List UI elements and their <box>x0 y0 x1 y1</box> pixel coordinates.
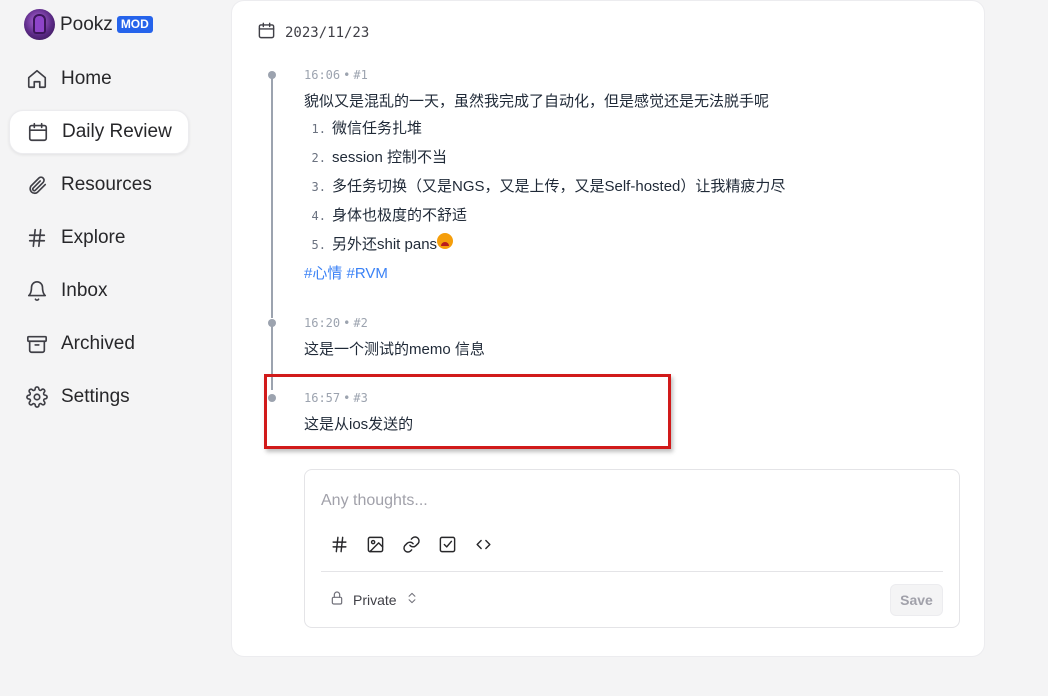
list-item: 4. 身体也极度的不舒适 <box>304 202 785 231</box>
hash-icon <box>25 226 49 250</box>
chevron-up-down-icon <box>405 591 419 610</box>
save-button[interactable]: Save <box>890 584 943 616</box>
visibility-label: Private <box>353 592 397 608</box>
memo-editor: Private Save <box>304 469 960 628</box>
list-text: 微信任务扎堆 <box>332 120 423 137</box>
calendar-icon <box>257 21 276 45</box>
paperclip-icon <box>25 173 49 197</box>
lock-icon <box>329 590 345 611</box>
nav-label-archived: Archived <box>61 333 135 354</box>
memo-id: #1 <box>353 68 368 82</box>
timeline-dot <box>268 319 276 327</box>
nav-label-home: Home <box>61 68 112 89</box>
timeline-dot <box>268 71 276 79</box>
list-number: 3. <box>311 180 326 194</box>
nav-item-resources[interactable]: Resources <box>9 163 189 207</box>
meta-separator: • <box>343 316 351 330</box>
memo-input[interactable] <box>321 492 941 510</box>
avatar <box>24 9 55 40</box>
nav-label-daily-review: Daily Review <box>62 121 172 142</box>
list-number: 1. <box>311 122 326 136</box>
date-header: 2023/11/23 <box>257 21 369 45</box>
list-text: session 控制不当 <box>332 149 448 166</box>
meta-separator: • <box>343 68 351 82</box>
nav-item-daily-review[interactable]: Daily Review <box>9 110 189 154</box>
memo-list: 1. 微信任务扎堆 2. session 控制不当 3. 多任务切换（又是NGS，又是… <box>304 115 786 260</box>
list-text: 另外还shit pans <box>332 236 438 253</box>
review-date: 2023/11/23 <box>285 25 370 41</box>
list-item: 3. 多任务切换（又是NGS，又是上传，又是Self-hosted）让我精疲力尽 <box>304 173 786 202</box>
editor-divider <box>321 571 943 572</box>
editor-toolbar <box>329 534 509 554</box>
calendar-icon <box>26 120 50 144</box>
role-badge: MOD <box>116 16 153 33</box>
list-item: 5. 另外还shit pans <box>304 231 785 260</box>
list-item: 1. 微信任务扎堆 <box>304 115 785 144</box>
nav-item-explore[interactable]: Explore <box>9 216 189 260</box>
memo-time: 16:20 <box>304 316 341 330</box>
image-icon[interactable] <box>365 534 385 554</box>
nav-label-explore: Explore <box>61 227 126 248</box>
code-icon[interactable] <box>473 534 493 554</box>
memo-text: 貌似又是混乱的一天，虽然我完成了自动化，但是感觉还是无法脱手呢 <box>304 93 770 110</box>
archive-icon <box>25 332 49 356</box>
checkbox-icon[interactable] <box>437 534 457 554</box>
nav-item-home[interactable]: Home <box>9 57 189 101</box>
nav-item-settings[interactable]: Settings <box>9 375 189 419</box>
memo-meta: 16:20 • #2 <box>304 315 485 331</box>
nav-item-archived[interactable]: Archived <box>9 322 189 366</box>
user-profile[interactable]: Pookz MOD <box>24 9 153 40</box>
list-number: 2. <box>311 151 326 165</box>
list-number: 5. <box>311 238 326 252</box>
link-icon[interactable] <box>401 534 421 554</box>
memo-item[interactable]: 16:20 • #2 这是一个测试的memo 信息 <box>304 315 485 361</box>
timeline-line <box>271 75 273 318</box>
hash-icon[interactable] <box>329 534 349 554</box>
memo-time: 16:06 <box>304 68 341 82</box>
list-number: 4. <box>311 209 326 223</box>
memo-item[interactable]: 16:06 • #1 貌似又是混乱的一天，虽然我完成了自动化，但是感觉还是无法脱手呢… <box>304 67 785 285</box>
highlight-box <box>264 374 671 449</box>
username: Pookz <box>60 13 113 35</box>
nav-label-settings: Settings <box>61 386 130 407</box>
list-text: 身体也极度的不舒适 <box>332 207 468 224</box>
nav-label-inbox: Inbox <box>61 280 108 301</box>
sidebar: Pookz MOD Home Daily Review Resources Ex… <box>0 0 210 696</box>
nav-item-inbox[interactable]: Inbox <box>9 269 189 313</box>
memo-tags[interactable]: #心情 #RVM <box>304 263 785 285</box>
nav-label-resources: Resources <box>61 174 152 195</box>
list-text: 多任务切换（又是NGS，又是上传，又是Self-hosted）让我精疲力尽 <box>332 178 786 195</box>
bell-icon <box>25 279 49 303</box>
tired-face-emoji-icon <box>437 233 454 249</box>
list-item: 2. session 控制不当 <box>304 144 785 173</box>
gear-icon <box>25 385 49 409</box>
daily-review-card: 2023/11/23 16:06 • #1 貌似又是混乱的一天，虽然我完成了自动化，… <box>232 1 984 656</box>
visibility-select[interactable]: Private <box>321 585 427 615</box>
memo-id: #2 <box>353 316 368 330</box>
memo-meta: 16:06 • #1 <box>304 67 785 83</box>
home-icon <box>25 67 49 91</box>
memo-text: 这是一个测试的memo 信息 <box>304 341 485 358</box>
